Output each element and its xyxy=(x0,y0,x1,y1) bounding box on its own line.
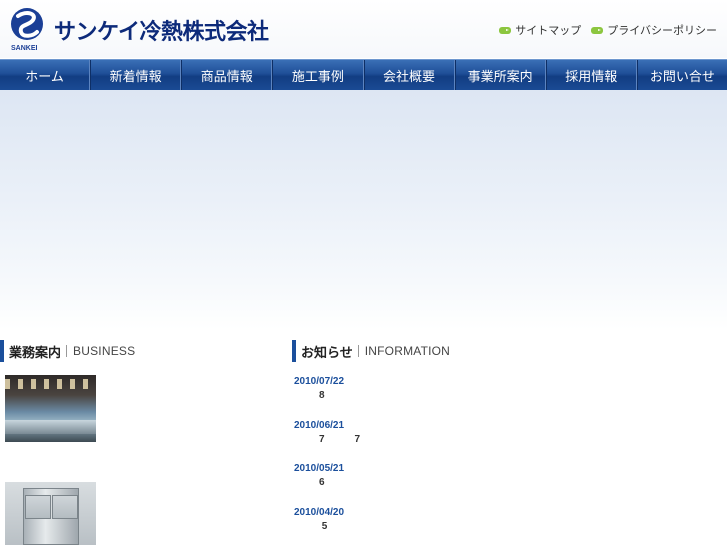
sankei-logo-icon: SANKEI xyxy=(11,8,43,52)
heading-bar xyxy=(0,340,4,362)
news-date: 2010/06/21 xyxy=(294,419,345,431)
news-item[interactable]: 2010/06/21 7 7 xyxy=(294,419,714,463)
site-header: SANKEI サンケイ冷熱株式会社 サイトマップ プライバシーポリシー xyxy=(0,0,727,58)
nav-item-company[interactable]: 会社概要 xyxy=(363,60,455,90)
news-heading: お知らせ INFORMATION xyxy=(292,340,450,362)
nav-item-works[interactable]: 施工事例 xyxy=(272,60,364,90)
company-logo[interactable]: SANKEI xyxy=(7,6,49,52)
heading-divider xyxy=(357,345,359,357)
news-title-jp: お知らせ xyxy=(301,345,353,361)
nav-item-offices[interactable]: 事業所案内 xyxy=(454,60,546,90)
business-title-en: BUSINESS xyxy=(73,344,136,358)
news-list: 2010/07/22 8 2010/06/21 7 7 2010/05/21 6… xyxy=(294,375,714,545)
news-date: 2010/04/20 xyxy=(294,506,345,518)
business-title-jp: 業務案内 xyxy=(9,345,62,361)
logo-subtext: SANKEI xyxy=(11,45,38,52)
business-thumbnail-restaurant[interactable] xyxy=(5,375,96,442)
heading-divider xyxy=(66,345,68,357)
utility-links: サイトマップ プライバシーポリシー xyxy=(499,22,717,38)
heading-bar xyxy=(292,340,296,362)
nav-item-contact[interactable]: お問い合せ xyxy=(636,60,727,90)
privacy-policy-link-label: プライバシーポリシー xyxy=(607,25,717,37)
news-text[interactable]: 7 7 xyxy=(294,433,714,447)
fridge-door-left xyxy=(25,495,51,519)
company-name[interactable]: サンケイ冷熱株式会社 xyxy=(54,14,269,46)
fridge-door-right xyxy=(52,495,78,519)
nav-item-home[interactable]: ホーム xyxy=(0,60,91,90)
sitemap-link[interactable]: サイトマップ xyxy=(499,22,581,38)
refrigerator-image xyxy=(23,488,79,545)
privacy-policy-link[interactable]: プライバシーポリシー xyxy=(591,22,717,38)
news-text[interactable]: 8 xyxy=(294,389,714,403)
sitemap-link-label: サイトマップ xyxy=(515,25,582,37)
news-item[interactable]: 2010/04/20 5 xyxy=(294,506,714,545)
news-text[interactable]: 5 xyxy=(294,520,714,534)
news-text[interactable]: 6 xyxy=(294,476,714,490)
news-title-en: INFORMATION xyxy=(364,344,451,358)
ceiling-lights xyxy=(5,379,96,389)
news-item[interactable]: 2010/05/21 6 xyxy=(294,462,714,506)
arrow-badge-icon xyxy=(499,26,512,34)
hero-banner xyxy=(0,90,727,330)
global-nav: ホーム 新着情報 商品情報 施工事例 会社概要 事業所案内 採用情報 お問い合せ xyxy=(0,59,727,90)
business-heading: 業務案内 BUSINESS xyxy=(0,340,135,362)
news-item[interactable]: 2010/07/22 8 xyxy=(294,375,714,419)
counter xyxy=(5,420,96,434)
news-date: 2010/07/22 xyxy=(294,376,345,387)
arrow-badge-icon xyxy=(591,26,604,34)
nav-item-products[interactable]: 商品情報 xyxy=(181,60,273,90)
business-thumbnail-refrigerator[interactable] xyxy=(5,482,96,545)
nav-item-recruit[interactable]: 採用情報 xyxy=(545,60,637,90)
news-date: 2010/05/21 xyxy=(294,463,345,474)
nav-item-news[interactable]: 新着情報 xyxy=(90,60,182,90)
